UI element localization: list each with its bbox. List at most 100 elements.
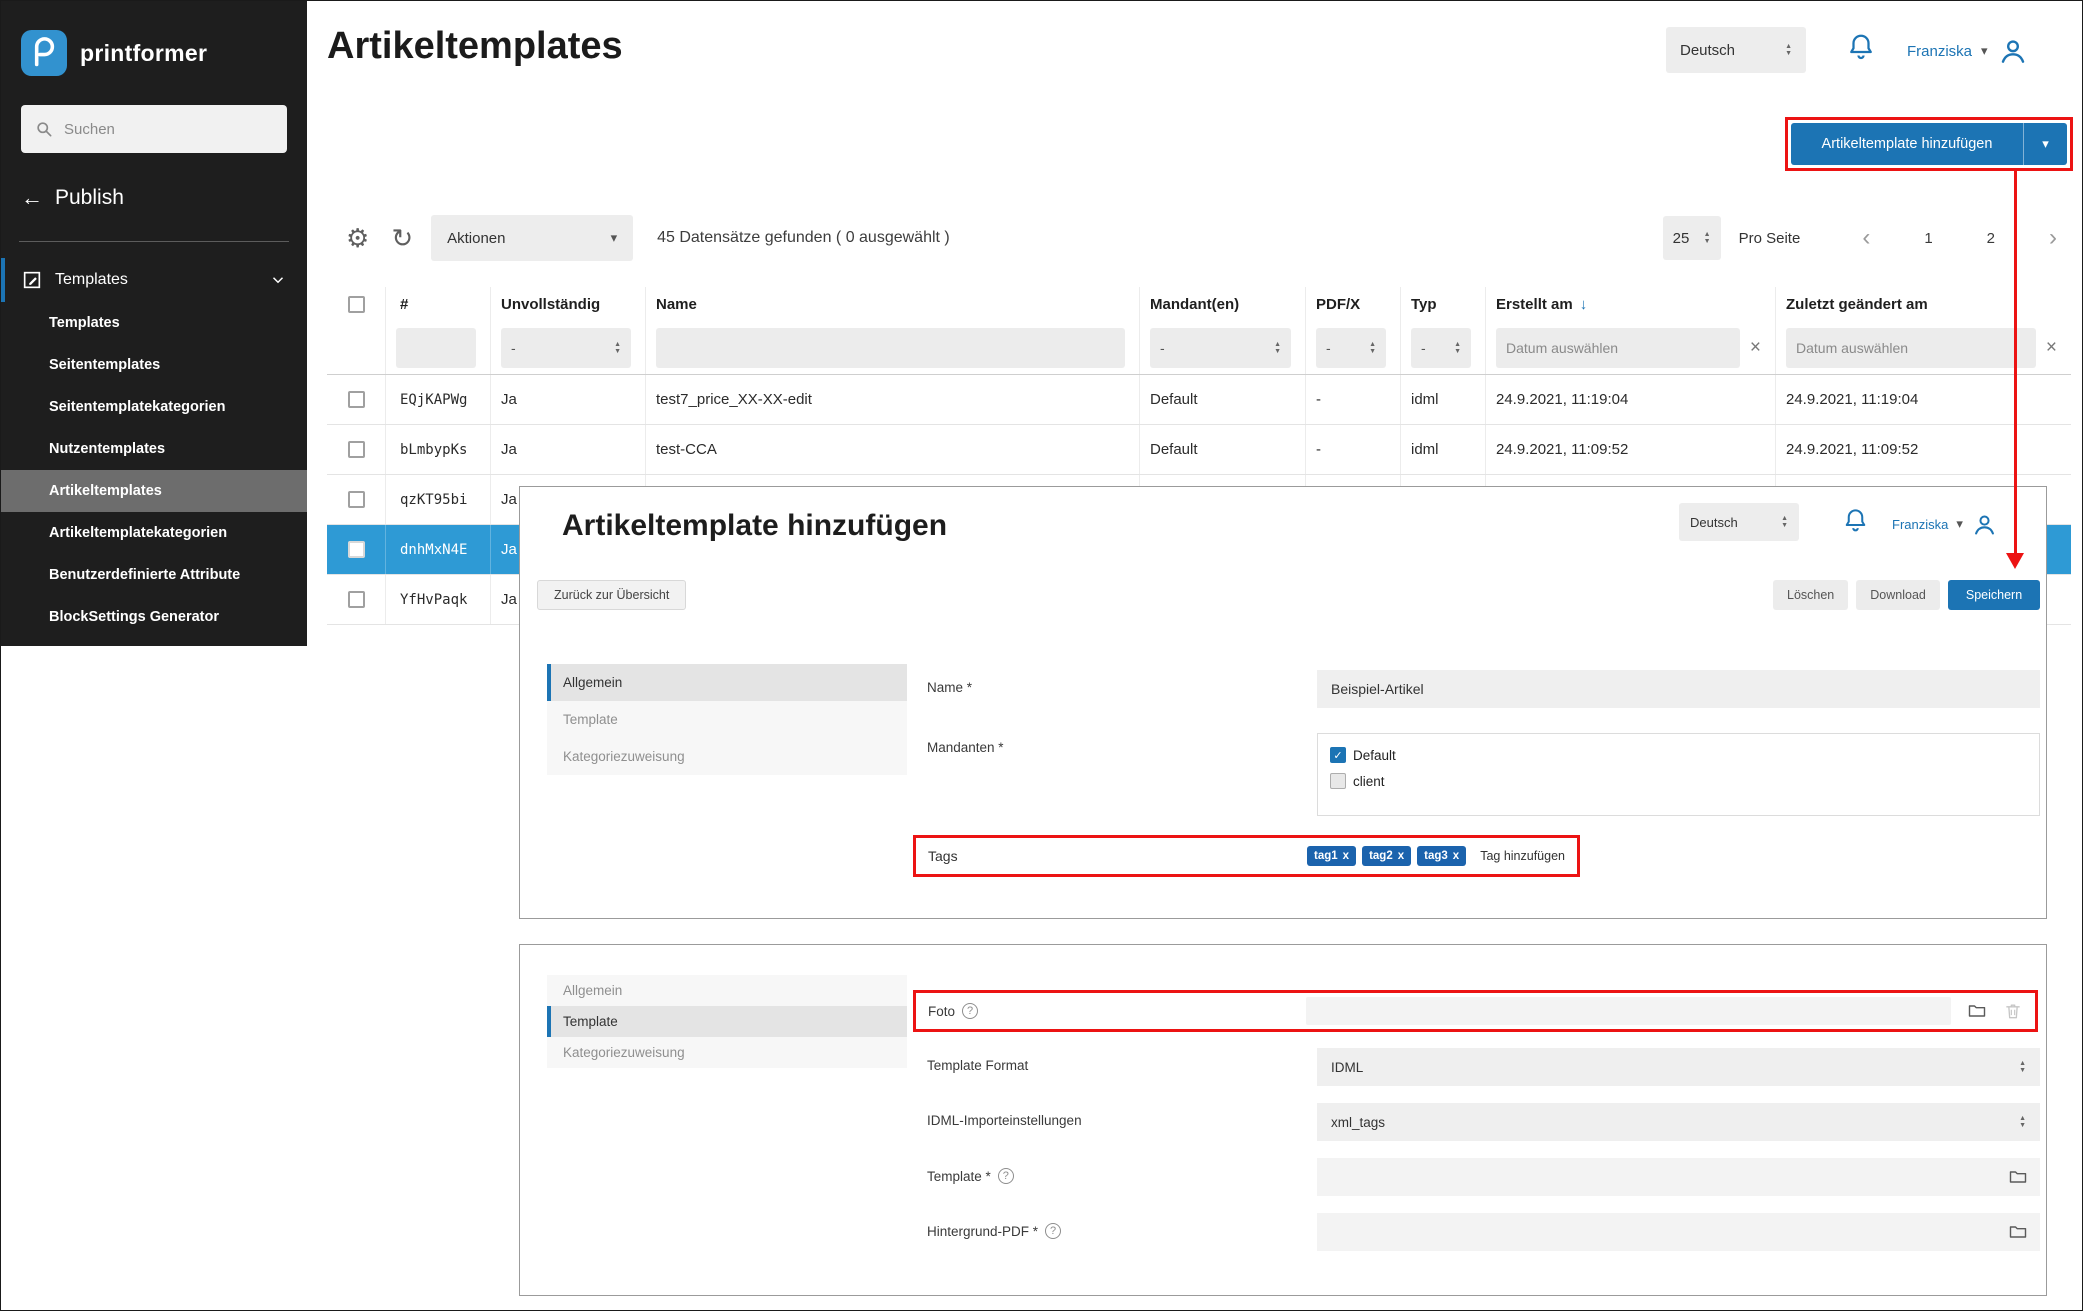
settings-gear-icon[interactable]: ⚙	[346, 225, 369, 251]
tag-chip[interactable]: tag2x	[1362, 846, 1411, 866]
back-to-overview-button[interactable]: Zurück zur Übersicht	[537, 580, 686, 610]
row-checkbox[interactable]	[348, 541, 365, 558]
next-page-icon[interactable]: ›	[2049, 226, 2057, 250]
idml-import-label: IDML-Importeinstellungen	[927, 1113, 1082, 1128]
table-row[interactable]: EQjKAPWg Ja test7_price_XX-XX-edit Defau…	[327, 375, 2071, 425]
clear-date-icon[interactable]: ×	[2046, 337, 2057, 359]
actions-dropdown[interactable]: Aktionen ▾	[431, 215, 633, 261]
back-to-publish[interactable]: ← Publish	[21, 181, 287, 215]
row-checkbox[interactable]	[348, 441, 365, 458]
filter-pdfx-select[interactable]: -▲▼	[1316, 328, 1386, 368]
language-select[interactable]: Deutsch ▲▼	[1679, 503, 1799, 541]
filter-erstellt-date-input[interactable]	[1496, 328, 1740, 368]
trash-icon[interactable]	[2003, 1001, 2023, 1021]
filter-typ-select[interactable]: -▲▼	[1411, 328, 1471, 368]
column-header-zuletzt-geaendert[interactable]: Zuletzt geändert am	[1776, 287, 2071, 321]
delete-button[interactable]: Löschen	[1773, 580, 1848, 610]
sidebar-item-nutzentemplates[interactable]: Nutzentemplates	[1, 428, 307, 470]
table-toolbar: ⚙ ↻ Aktionen ▾ 45 Datensätze gefunden ( …	[327, 214, 2071, 262]
help-question-icon[interactable]: ?	[1045, 1223, 1061, 1239]
chevron-down-icon	[269, 271, 287, 289]
spinner-icon: ▲▼	[1785, 43, 1792, 57]
foto-file-field[interactable]	[1306, 997, 1951, 1025]
notifications-bell-icon[interactable]	[1846, 32, 1876, 67]
name-field[interactable]	[1317, 670, 2040, 708]
browse-file-icon[interactable]	[1967, 1001, 1987, 1021]
search-input[interactable]	[64, 121, 274, 138]
tag-chip[interactable]: tag3x	[1417, 846, 1466, 866]
sidebar-item-benutzerdefinierte-attribute[interactable]: Benutzerdefinierte Attribute	[1, 554, 307, 596]
hintergrund-pdf-file-field[interactable]	[1317, 1213, 2040, 1251]
caret-down-icon[interactable]: ▾	[2023, 123, 2067, 165]
table-row[interactable]: bLmbypKs Ja test-CCA Default - idml 24.9…	[327, 425, 2071, 475]
filter-name-input[interactable]	[656, 328, 1125, 368]
sidebar-item-seitentemplates[interactable]: Seitentemplates	[1, 344, 307, 386]
sidebar-item-templates[interactable]: Templates	[1, 302, 307, 344]
checkbox-unchecked-icon[interactable]	[1330, 773, 1346, 789]
browse-file-icon[interactable]	[2008, 1167, 2028, 1187]
filter-id-input[interactable]	[396, 328, 476, 368]
add-tag-button[interactable]: Tag hinzufügen	[1480, 849, 1565, 863]
idml-import-select[interactable]: xml_tags ▲▼	[1317, 1103, 2040, 1141]
template-format-select[interactable]: IDML ▲▼	[1317, 1048, 2040, 1086]
download-button[interactable]: Download	[1856, 580, 1940, 610]
nav-allgemein[interactable]: Allgemein	[547, 664, 907, 701]
nav-template[interactable]: Template	[547, 1006, 907, 1037]
user-menu[interactable]: Franziska ▾	[1892, 509, 1998, 539]
column-header-mandant[interactable]: Mandant(en)	[1140, 287, 1306, 321]
save-button[interactable]: Speichern	[1948, 580, 2040, 610]
template-file-field[interactable]	[1317, 1158, 2040, 1196]
sidebar-section-templates[interactable]: Templates	[1, 258, 307, 302]
language-select[interactable]: Deutsch ▲▼	[1666, 27, 1806, 73]
help-question-icon[interactable]: ?	[998, 1168, 1014, 1184]
help-question-icon[interactable]: ?	[962, 1003, 978, 1019]
notifications-bell-icon[interactable]	[1842, 507, 1869, 539]
column-header-pdfx[interactable]: PDF/X	[1306, 287, 1401, 321]
actions-label: Aktionen	[447, 230, 505, 247]
section-label: Templates	[55, 271, 128, 289]
logo[interactable]: printformer	[1, 1, 307, 87]
browse-file-icon[interactable]	[2008, 1222, 2028, 1242]
column-header-name[interactable]: Name	[646, 287, 1140, 321]
refresh-icon[interactable]: ↻	[391, 225, 413, 251]
column-header-erstellt-am[interactable]: Erstellt am↓	[1486, 287, 1776, 321]
per-page-label: Pro Seite	[1739, 230, 1801, 247]
filter-unvollstaendig-select[interactable]: -▲▼	[501, 328, 631, 368]
filter-geaendert-date-input[interactable]	[1786, 328, 2036, 368]
sidebar-item-seitentemplatekategorien[interactable]: Seitentemplatekategorien	[1, 386, 307, 428]
prev-page-icon[interactable]: ‹	[1862, 226, 1870, 250]
row-checkbox[interactable]	[348, 391, 365, 408]
column-header-unvollstaendig[interactable]: Unvollständig	[491, 287, 646, 321]
user-name: Franziska	[1892, 517, 1948, 532]
sidebar-item-blocksettings-generator[interactable]: BlockSettings Generator	[1, 596, 307, 638]
sidebar-search[interactable]	[21, 105, 287, 153]
column-header-typ[interactable]: Typ	[1401, 287, 1486, 321]
checkbox-checked-icon[interactable]: ✓	[1330, 747, 1346, 763]
add-artikeltemplate-button[interactable]: Artikeltemplate hinzufügen ▾	[1791, 123, 2067, 165]
user-menu[interactable]: Franziska ▾	[1907, 34, 2029, 68]
user-avatar-icon	[1971, 511, 1998, 538]
page-2[interactable]: 2	[1987, 230, 1995, 247]
sidebar-item-artikeltemplates[interactable]: Artikeltemplates	[1, 470, 307, 512]
column-header-id[interactable]: #	[386, 287, 491, 321]
mandant-option[interactable]: client	[1330, 768, 2027, 794]
page-1[interactable]: 1	[1924, 230, 1932, 247]
mandant-option[interactable]: ✓ Default	[1330, 742, 2027, 768]
row-checkbox[interactable]	[348, 591, 365, 608]
nav-allgemein[interactable]: Allgemein	[547, 975, 907, 1006]
spinner-icon: ▲▼	[2019, 1060, 2026, 1074]
select-all-checkbox[interactable]	[348, 296, 365, 313]
tag-chip[interactable]: tag1x	[1307, 846, 1356, 866]
remove-tag-icon[interactable]: x	[1398, 850, 1404, 862]
nav-kategoriezuweisung[interactable]: Kategoriezuweisung	[547, 1037, 907, 1068]
row-checkbox[interactable]	[348, 491, 365, 508]
table-header-row: # Unvollständig Name Mandant(en) PDF/X T…	[327, 287, 2071, 321]
remove-tag-icon[interactable]: x	[1453, 850, 1459, 862]
per-page-select[interactable]: 25 ▲▼	[1663, 216, 1721, 260]
clear-date-icon[interactable]: ×	[1750, 337, 1761, 359]
nav-template[interactable]: Template	[547, 701, 907, 738]
sidebar-item-artikeltemplatekategorien[interactable]: Artikeltemplatekategorien	[1, 512, 307, 554]
remove-tag-icon[interactable]: x	[1343, 850, 1349, 862]
nav-kategoriezuweisung[interactable]: Kategoriezuweisung	[547, 738, 907, 775]
filter-mandant-select[interactable]: -▲▼	[1150, 328, 1291, 368]
